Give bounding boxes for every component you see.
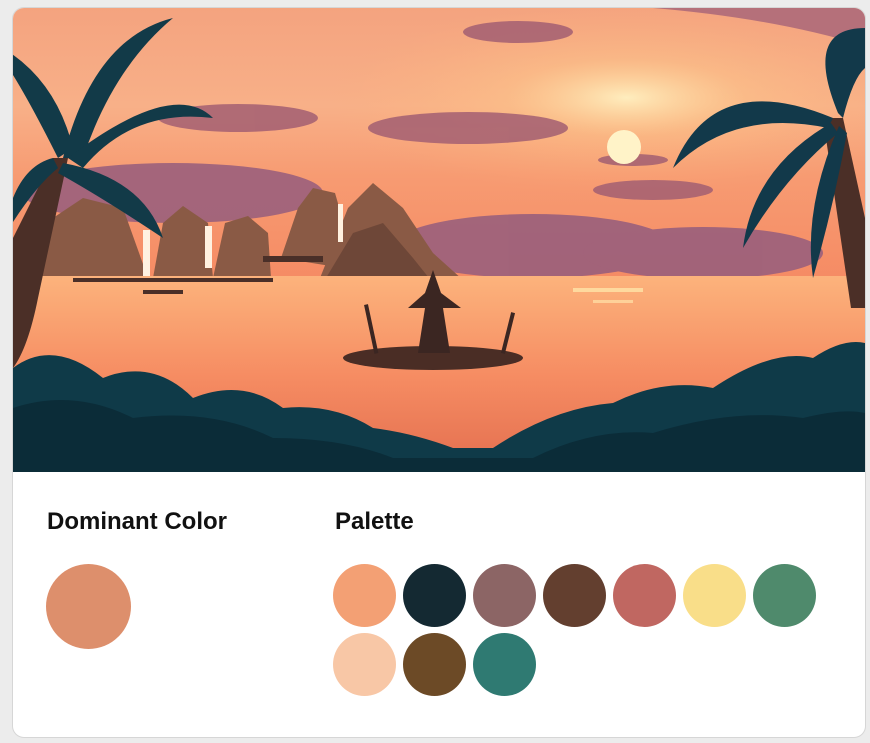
dominant-color-heading: Dominant Color bbox=[47, 508, 227, 535]
color-card: Dominant Color Palette bbox=[12, 7, 866, 738]
dominant-color-swatch[interactable] bbox=[46, 564, 131, 649]
palette-swatch[interactable] bbox=[403, 633, 466, 696]
palette-swatch[interactable] bbox=[683, 564, 746, 627]
palette-swatch[interactable] bbox=[613, 564, 676, 627]
palette-swatch[interactable] bbox=[403, 564, 466, 627]
palette-swatch[interactable] bbox=[473, 633, 536, 696]
palette-swatches bbox=[333, 564, 833, 696]
palette-swatch[interactable] bbox=[333, 564, 396, 627]
palette-swatch[interactable] bbox=[473, 564, 536, 627]
palette-heading: Palette bbox=[335, 508, 414, 535]
palette-swatch[interactable] bbox=[753, 564, 816, 627]
sunset-lagoon-illustration bbox=[13, 8, 865, 472]
palette-swatch[interactable] bbox=[543, 564, 606, 627]
palette-swatch[interactable] bbox=[333, 633, 396, 696]
